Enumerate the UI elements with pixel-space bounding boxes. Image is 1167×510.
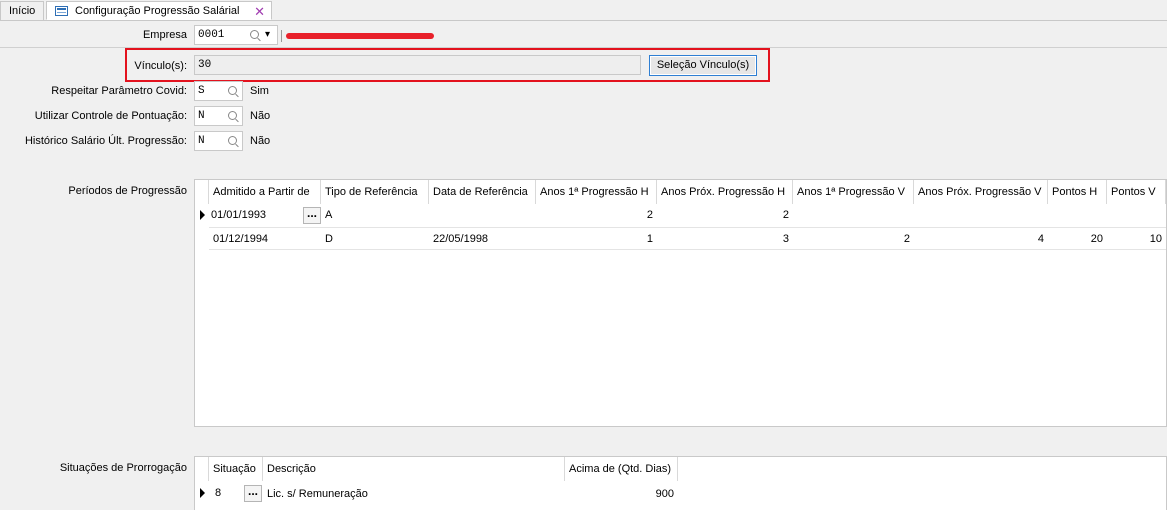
vinculos-label: Vínculo(s): <box>134 60 187 72</box>
historico-desc: Não <box>250 135 271 147</box>
tab-configuracao[interactable]: Configuração Progressão Salárial ✕ <box>46 1 272 20</box>
column-header[interactable]: Acima de (Qtd. Dias) <box>565 457 678 481</box>
close-icon[interactable]: ✕ <box>254 2 265 21</box>
table-cell[interactable]: D <box>325 228 425 250</box>
tab-inicio[interactable]: Início <box>0 1 44 20</box>
table-cell[interactable]: 01/01/1993 <box>211 204 301 226</box>
historico-field[interactable]: N <box>194 131 243 151</box>
table-cell[interactable]: 4 <box>914 228 1048 250</box>
table-cell[interactable] <box>1107 204 1166 226</box>
empresa-label: Empresa <box>142 29 187 41</box>
covid-label: Respeitar Parâmetro Covid: <box>51 85 187 97</box>
table-cell[interactable]: 22/05/1998 <box>433 228 533 250</box>
pontuacao-desc: Não <box>250 110 271 122</box>
table-cell[interactable]: 2 <box>657 204 793 226</box>
pontuacao-label: Utilizar Controle de Pontuação: <box>34 110 187 122</box>
selecao-vinculos-button[interactable]: Seleção Vínculo(s) <box>649 55 757 76</box>
vinculos-field[interactable]: 30 <box>194 55 641 75</box>
column-header[interactable]: Anos 1ª Progressão H <box>536 180 657 204</box>
column-header[interactable]: Pontos V <box>1107 180 1166 204</box>
ellipsis-icon[interactable]: ... <box>244 485 262 502</box>
column-header[interactable]: Admitido a Partir de <box>209 180 321 204</box>
pontuacao-field[interactable]: N <box>194 106 243 126</box>
table-cell[interactable]: 01/12/1994 <box>213 228 303 250</box>
covid-field[interactable]: S <box>194 81 243 101</box>
empresa-field[interactable]: 0001 ▾ <box>194 25 278 45</box>
table-cell[interactable]: 20 <box>1048 228 1107 250</box>
table-cell[interactable]: 900 <box>565 483 678 505</box>
situacoes-grid[interactable]: Situação Descrição Acima de (Qtd. Dias) … <box>194 456 1167 510</box>
column-header[interactable]: Anos Próx. Progressão H <box>657 180 793 204</box>
table-cell[interactable]: 8 <box>215 482 241 504</box>
column-header[interactable]: Situação <box>209 457 263 481</box>
column-header[interactable]: Anos Próx. Progressão V <box>914 180 1048 204</box>
column-header[interactable]: Data de Referência <box>429 180 536 204</box>
ellipsis-icon[interactable]: ... <box>303 207 321 224</box>
table-cell[interactable]: 2 <box>793 228 914 250</box>
dropdown-icon[interactable]: ▾ <box>265 26 270 44</box>
periodos-grid[interactable]: Admitido a Partir de Tipo de Referência … <box>194 179 1167 427</box>
search-icon[interactable] <box>250 30 259 39</box>
search-icon[interactable] <box>228 111 237 120</box>
search-icon[interactable] <box>228 86 237 95</box>
table-cell[interactable] <box>793 204 914 226</box>
column-header[interactable]: Descrição <box>263 457 565 481</box>
form-icon <box>55 6 68 16</box>
row-pointer-icon <box>200 488 205 498</box>
column-header[interactable]: Anos 1ª Progressão V <box>793 180 914 204</box>
grid-indicator-header <box>195 180 209 204</box>
search-icon[interactable] <box>228 136 237 145</box>
table-cell[interactable]: A <box>325 204 425 226</box>
table-cell[interactable] <box>1048 204 1107 226</box>
tab-bar: Início Configuração Progressão Salárial … <box>0 0 1167 21</box>
grid-indicator-header <box>195 457 209 481</box>
table-cell[interactable] <box>433 204 533 226</box>
redacted-bar <box>286 33 434 39</box>
table-cell[interactable]: 10 <box>1107 228 1166 250</box>
periodos-label: Períodos de Progressão <box>68 185 187 197</box>
column-header[interactable]: Pontos H <box>1048 180 1107 204</box>
row-divider <box>209 249 1166 250</box>
table-cell[interactable] <box>914 204 1048 226</box>
column-header[interactable]: Tipo de Referência <box>321 180 429 204</box>
table-cell[interactable]: 1 <box>536 228 657 250</box>
table-cell[interactable]: Lic. s/ Remuneração <box>267 483 557 505</box>
covid-desc: Sim <box>250 85 269 97</box>
table-cell[interactable]: 3 <box>657 228 793 250</box>
historico-label: Histórico Salário Últ. Progressão: <box>24 135 187 147</box>
situacoes-label: Situações de Prorrogação <box>59 462 187 474</box>
table-cell[interactable]: 2 <box>536 204 657 226</box>
row-pointer-icon <box>200 210 205 220</box>
